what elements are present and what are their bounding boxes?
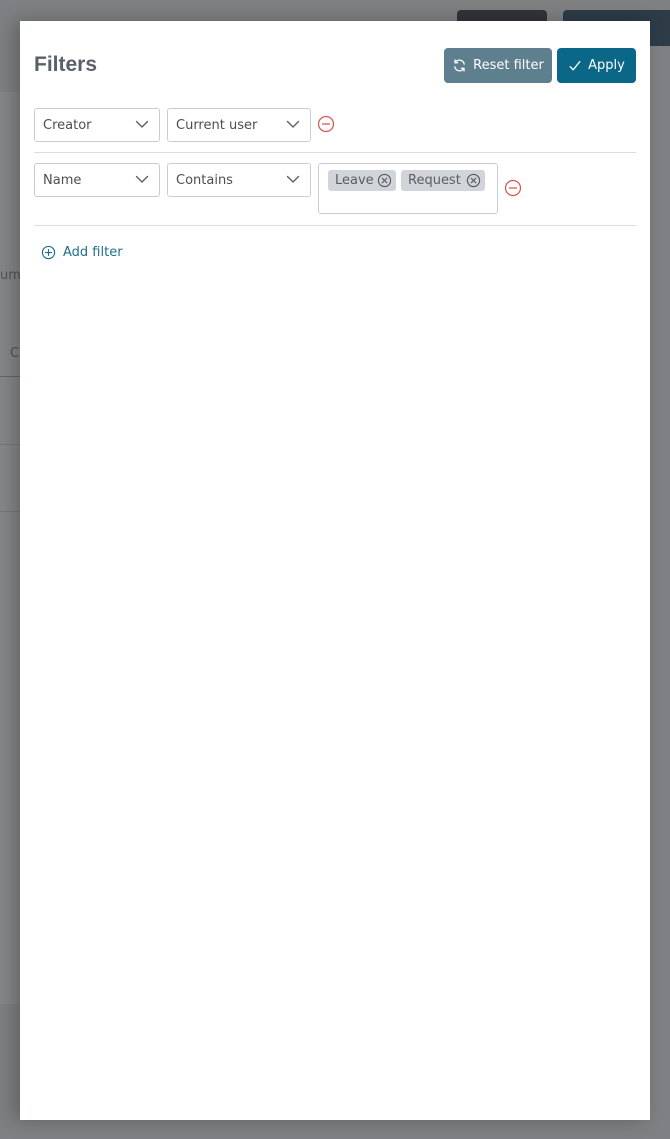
value-tag: Leave bbox=[328, 170, 396, 191]
filter-operator-select[interactable]: Current user bbox=[167, 108, 311, 142]
add-filter-label: Add filter bbox=[63, 245, 123, 260]
close-circle-icon[interactable] bbox=[466, 173, 481, 188]
reset-filter-button[interactable]: Reset filter bbox=[444, 48, 552, 83]
value-tag-label: Request bbox=[408, 173, 461, 188]
filter-field-select[interactable]: Name bbox=[34, 163, 160, 197]
refresh-icon bbox=[454, 59, 465, 72]
value-tag-label: Leave bbox=[335, 173, 374, 188]
filter-field-value: Name bbox=[43, 172, 82, 188]
plus-circle-icon bbox=[41, 245, 56, 260]
apply-button[interactable]: Apply bbox=[557, 48, 636, 83]
apply-label: Apply bbox=[588, 58, 625, 73]
reset-filter-label: Reset filter bbox=[473, 58, 544, 73]
filter-divider bbox=[34, 152, 636, 153]
panel-title: Filters bbox=[34, 53, 98, 76]
filter-operator-value: Contains bbox=[176, 172, 233, 188]
filter-field-value: Creator bbox=[43, 117, 92, 133]
check-icon bbox=[569, 60, 581, 71]
chevron-down-icon bbox=[135, 175, 149, 183]
add-filter-button[interactable]: Add filter bbox=[41, 245, 123, 260]
filters-panel: Filters Reset filter Apply Creator Curre… bbox=[20, 21, 650, 1120]
remove-filter-icon[interactable] bbox=[504, 179, 522, 197]
chevron-down-icon bbox=[286, 175, 300, 183]
filter-divider bbox=[34, 225, 636, 226]
chevron-down-icon bbox=[135, 120, 149, 128]
chevron-down-icon bbox=[286, 120, 300, 128]
value-tag: Request bbox=[401, 170, 485, 191]
filter-field-select[interactable]: Creator bbox=[34, 108, 160, 142]
remove-filter-icon[interactable] bbox=[317, 115, 335, 133]
filter-operator-value: Current user bbox=[176, 117, 258, 133]
filter-value-tag-input[interactable]: Leave Request bbox=[318, 163, 498, 214]
close-circle-icon[interactable] bbox=[377, 173, 392, 188]
filter-operator-select[interactable]: Contains bbox=[167, 163, 311, 197]
